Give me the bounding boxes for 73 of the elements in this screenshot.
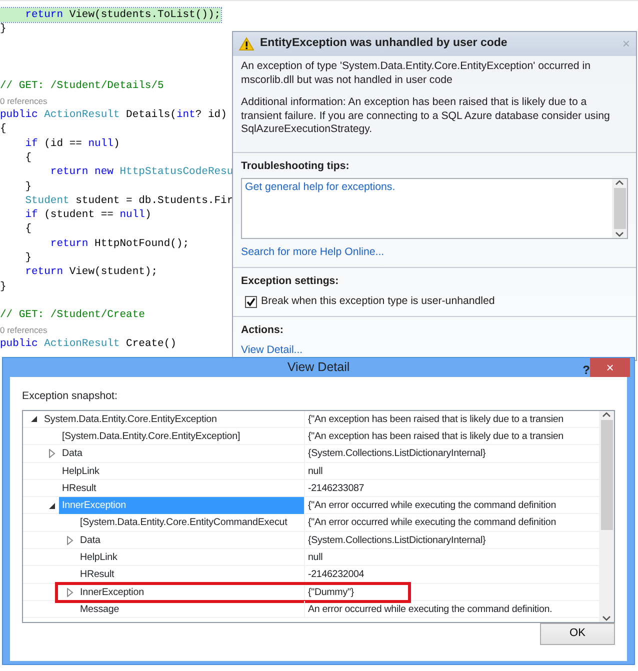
property-value: null [307,464,324,479]
property-name[interactable]: InnerException [77,584,147,601]
close-button[interactable]: × [590,358,630,377]
scrollbar-thumb[interactable] [614,188,626,230]
property-value: {"An error occurred while executing the command definition [307,516,557,530]
code-line: } [0,280,6,294]
ok-button[interactable]: OK [540,622,615,645]
property-name[interactable]: Data [59,445,86,463]
code-line: { [0,122,6,137]
code-line: if (id == null) [24,136,120,151]
help-button[interactable]: ? [582,361,590,379]
property-value: -2146233087 [307,482,366,496]
code-line: Student student = db.Students.Fir [24,194,234,208]
tip-link[interactable]: Get general help for exceptions. [245,181,396,194]
code-line: return View(student); [24,265,158,280]
code-line: // GET: /Student/Details/5 [0,79,164,94]
property-value: {"An exception has been raised that is likely due to a transien [307,430,564,444]
exception-message: Additional information: An exception has been raised that is likely due to a transient failure. If you are connecting to a SQL Azure database consider using SqlAzureExecutionStrategy. [241,96,611,136]
code-line: public ActionResult Details(int? id) [0,108,227,122]
collapsed-icon[interactable] [66,588,74,597]
code-line: } [24,180,32,194]
code-line: } [24,251,32,266]
property-value: An error occurred while executing the command definition. [307,602,554,617]
code-line: public ActionResult Create() [0,336,176,352]
helper-title: EntityException was unhandled by user code [260,36,508,52]
checkbox-label: Break when this exception type is user-unhandled [261,294,495,310]
property-value: {"Dummy"} [307,586,355,600]
action-link[interactable]: View Detail... [241,344,303,356]
snapshot-label: Exception snapshot: [22,388,118,404]
scroll-up-icon[interactable] [602,410,611,418]
checkbox[interactable] [245,296,257,308]
property-value: {System.Collections.ListDictionaryInternal} [307,447,487,462]
code-line: } [0,22,6,37]
exception-message: An exception of type 'System.Data.Entity.Core.EntityException' occurred in mscorlib.dll but was not handled in user code [241,60,592,87]
warning-icon [239,37,254,51]
scroll-up-icon[interactable] [615,179,624,186]
property-name[interactable]: HelpLink [59,462,102,480]
code-line: { [24,222,32,237]
scrollbar-thumb[interactable] [600,420,612,530]
property-name[interactable]: HResult [77,566,118,584]
property-name[interactable]: [System.Data.Entity.Core.EntityCommandExecut [77,514,290,532]
code-line: // GET: /Student/Create [0,308,145,323]
section-heading: Exception settings: [241,274,340,290]
property-name[interactable]: Message [77,600,122,618]
property-name[interactable]: System.Data.Entity.Core.EntityException [41,410,220,428]
property-value: {System.Collections.ListDictionaryInternal} [307,534,487,548]
section-heading: Actions: [241,323,284,338]
code-line: return new HttpStatusCodeResu [49,165,234,180]
property-name[interactable]: [System.Data.Entity.Core.EntityException] [59,428,244,446]
property-value: {"An error occurred while executing the command definition [307,499,557,514]
property-name[interactable]: Data [77,532,104,550]
expanded-icon[interactable] [30,415,38,424]
section-heading: Troubleshooting tips: [241,158,350,174]
scroll-down-icon[interactable] [615,231,624,238]
help-link[interactable]: Search for more Help Online... [241,246,384,258]
property-value: null [307,551,324,566]
scrollbar[interactable] [612,179,627,238]
collapsed-icon[interactable] [66,536,74,545]
scrollbar[interactable] [599,410,614,622]
check-icon [246,297,256,308]
property-value: {"An exception has been raised that is likely due to a transien [307,412,564,427]
code-line: { [24,150,32,166]
property-name[interactable]: HelpLink [77,549,120,566]
expanded-icon[interactable] [48,502,56,510]
references-label[interactable]: 0 references [0,322,48,337]
references-label[interactable]: 0 references [0,94,48,108]
code-line: return HttpNotFound(); [49,236,190,252]
code-line: if (student == null) [24,208,152,222]
scroll-down-icon[interactable] [602,614,611,622]
property-value: -2146232004 [307,568,366,582]
dialog-title: View Detail [287,359,350,376]
collapsed-icon[interactable] [48,449,56,458]
property-name[interactable]: HResult [59,480,100,498]
